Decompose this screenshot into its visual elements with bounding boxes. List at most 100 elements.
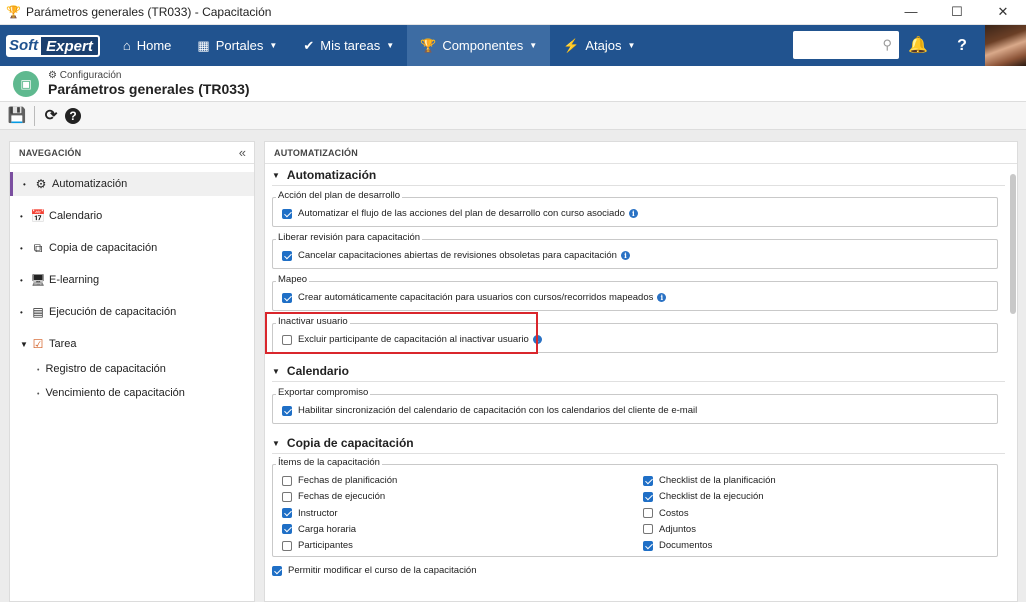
top-navigation: Soft Expert ⌂ Home ▦ Portales ▼ ✔ Mis ta… (0, 25, 1026, 66)
checkbox-label: Habilitar sincronización del calendario … (298, 405, 698, 416)
checkbox[interactable] (282, 475, 292, 486)
window-titlebar: 🏆 Parámetros generales (TR033) - Capacit… (0, 0, 1026, 25)
checkbox-row-permitir[interactable]: Permitir modificar el curso de la capaci… (272, 565, 477, 576)
help-icon[interactable]: ? (942, 25, 982, 66)
minimize-button[interactable]: — (888, 0, 934, 25)
checkbox-row-item[interactable]: Fechas de planificación (282, 475, 397, 486)
fieldset-revision: Liberar revisión para capacitación Cance… (272, 232, 998, 269)
nav-subitem-registro[interactable]: • Registro de capacitación (37, 363, 166, 375)
caret-down-icon: ▼ (529, 41, 538, 50)
grid-icon: ▦ (197, 37, 210, 53)
checkbox[interactable] (282, 491, 292, 502)
checkbox-row-plan[interactable]: Automatizar el flujo de las acciones del… (282, 208, 638, 219)
monitor-icon: 🖥 (30, 273, 46, 287)
checkbox-row-item[interactable]: Costos (643, 508, 689, 519)
nav-item-label: Tarea (49, 338, 77, 350)
checkbox-row-mapeo[interactable]: Crear automáticamente capacitación para … (282, 292, 667, 303)
checkbox-row-exportar[interactable]: Habilitar sincronización del calendario … (282, 405, 697, 416)
checkbox-row-item[interactable]: Fechas de ejecución (282, 491, 385, 502)
checkbox[interactable] (643, 491, 653, 502)
window-title: Parámetros generales (TR033) - Capacitac… (26, 5, 272, 19)
search-icon: ⚲ (882, 37, 892, 52)
bell-icon[interactable]: 🔔 (898, 25, 938, 66)
collapse-triangle-icon: ▼ (272, 367, 280, 376)
checkbox[interactable] (643, 524, 653, 535)
fieldset-legend: Acción del plan de desarrollo (276, 190, 402, 201)
checkbox-row-item[interactable]: Carga horaria (282, 524, 356, 535)
section-automatizacion[interactable]: ▼ Automatización (272, 168, 376, 182)
checkbox-label: Participantes (298, 540, 353, 552)
content-heading: AUTOMATIZACIÓN (265, 142, 1017, 164)
checkbox-label: Automatizar el flujo de las acciones del… (298, 208, 625, 219)
nav-mis-tareas[interactable]: ✔ Mis tareas ▼ (290, 25, 407, 66)
nav-home-label: Home (136, 38, 172, 53)
avatar[interactable] (985, 25, 1026, 66)
checkbox[interactable] (282, 524, 292, 535)
close-button[interactable]: ✕ (980, 0, 1026, 25)
checkbox[interactable] (643, 475, 653, 486)
nav-item-ejecucion[interactable]: • ▤ Ejecución de capacitación (10, 300, 254, 324)
section-divider (272, 185, 1005, 186)
checkbox-row-item[interactable]: Instructor (282, 508, 338, 519)
nav-atajos[interactable]: ⚡ Atajos ▼ (550, 25, 648, 66)
checkbox[interactable] (282, 508, 292, 519)
fieldset-legend: Mapeo (276, 274, 310, 285)
save-icon[interactable]: 💾 (7, 106, 27, 126)
nav-componentes[interactable]: 🏆 Componentes ▼ (407, 25, 551, 66)
checkbox[interactable] (643, 508, 653, 519)
collapse-triangle-icon: ▼ (272, 171, 280, 180)
nav-item-label: E-learning (49, 274, 100, 286)
help-icon[interactable]: ? (65, 108, 81, 124)
toolbar: 💾 ⟳ ? (0, 102, 1026, 130)
checkbox[interactable] (282, 292, 292, 303)
section-divider (272, 453, 1005, 454)
checkbox-row-item[interactable]: Adjuntos (643, 524, 696, 535)
home-icon: ⌂ (122, 38, 131, 53)
check-icon: ✔ (303, 37, 315, 53)
nav-item-label: Ejecución de capacitación (49, 306, 177, 318)
nav-componentes-label: Componentes (442, 38, 524, 53)
bolt-icon: ⚡ (563, 37, 580, 53)
checkbox-row-item[interactable]: Documentos (643, 540, 712, 551)
checkbox-row-item[interactable]: Participantes (282, 540, 353, 551)
checkbox[interactable] (643, 540, 653, 551)
checkbox-label: Checklist de la ejecución (659, 491, 764, 503)
scrollbar[interactable] (1010, 174, 1016, 314)
caret-down-icon: ▼ (627, 41, 636, 50)
refresh-icon[interactable]: ⟳ (41, 106, 61, 126)
expand-triangle-icon[interactable]: ▼ (20, 340, 28, 349)
nav-home[interactable]: ⌂ Home (110, 25, 185, 66)
logo-soft: Soft (6, 34, 42, 57)
nav-item-calendario[interactable]: • 📅 Calendario (10, 204, 254, 228)
logo-expert: Expert (41, 34, 100, 57)
info-icon[interactable]: i (657, 293, 667, 302)
checkbox[interactable] (282, 540, 292, 551)
section-copia[interactable]: ▼ Copia de capacitación (272, 436, 414, 450)
fieldset-plan: Acción del plan de desarrollo Automatiza… (272, 190, 998, 227)
checkbox-row-revision[interactable]: Cancelar capacitaciones abiertas de revi… (282, 250, 630, 261)
nav-item-elearning[interactable]: • 🖥 E-learning (10, 268, 254, 292)
nav-portales[interactable]: ▦ Portales ▼ (184, 25, 290, 66)
document-icon: ▤ (32, 305, 44, 319)
checkbox-row-item[interactable]: Checklist de la planificación (643, 475, 776, 486)
nav-atajos-label: Atajos (585, 38, 622, 53)
nav-item-tarea[interactable]: ▼ ☑ Tarea (10, 332, 254, 356)
info-icon[interactable]: i (620, 251, 630, 260)
checkbox-row-item[interactable]: Checklist de la ejecución (643, 491, 764, 502)
maximize-button[interactable]: ☐ (934, 0, 980, 25)
checkbox[interactable] (282, 208, 292, 219)
trophy-icon: 🏆 (420, 37, 437, 53)
nav-item-copia[interactable]: • ⧉ Copia de capacitación (10, 236, 254, 260)
section-calendario[interactable]: ▼ Calendario (272, 364, 349, 378)
checkbox[interactable] (282, 250, 292, 261)
softexpert-logo[interactable]: Soft Expert (6, 34, 100, 57)
nav-item-label: Automatización (52, 178, 128, 190)
info-icon[interactable]: i (628, 209, 638, 218)
nav-mis-tareas-label: Mis tareas (320, 38, 381, 53)
collapse-icon[interactable]: « (239, 145, 246, 160)
checkbox[interactable] (282, 405, 292, 416)
nav-item-automatizacion[interactable]: • ⚙ Automatización (10, 172, 254, 196)
checkbox[interactable] (272, 565, 282, 576)
search-input[interactable]: ⚲ (793, 31, 899, 59)
nav-subitem-vencimiento[interactable]: • Vencimiento de capacitación (37, 387, 185, 399)
